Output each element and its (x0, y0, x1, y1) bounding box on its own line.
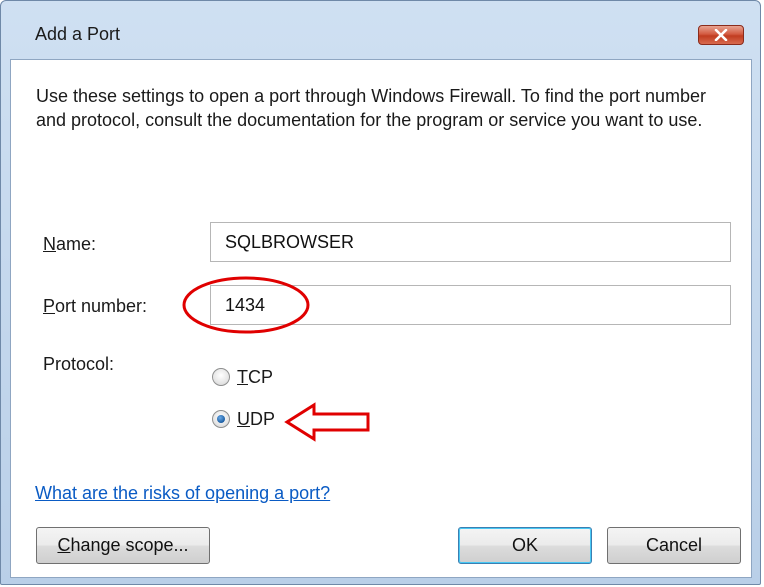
close-icon (714, 29, 728, 41)
port-number-label: Port number: (43, 296, 148, 316)
udp-label[interactable]: UDP (237, 409, 275, 430)
tcp-radio[interactable] (212, 368, 230, 386)
udp-radio[interactable] (212, 410, 230, 428)
protocol-label: Protocol: (43, 354, 115, 374)
window-title: Add a Port (35, 24, 121, 44)
close-button[interactable] (698, 25, 744, 45)
ok-button[interactable]: OK (458, 527, 592, 564)
udp-radio-selected-dot (217, 415, 225, 423)
risks-link[interactable]: What are the risks of opening a port? (35, 483, 330, 504)
name-label: Name: (43, 234, 97, 254)
red-arrow-pointer (284, 402, 370, 442)
title-bar[interactable]: Add a Port (1, 1, 760, 47)
tcp-label[interactable]: TCP (237, 367, 273, 388)
change-scope-button[interactable]: Change scope... (36, 527, 210, 564)
cancel-button[interactable]: Cancel (607, 527, 741, 564)
description-text: Use these settings to open a port throug… (36, 86, 707, 130)
name-field[interactable]: SQLBROWSER (210, 222, 731, 262)
red-ellipse-highlight (182, 276, 310, 334)
